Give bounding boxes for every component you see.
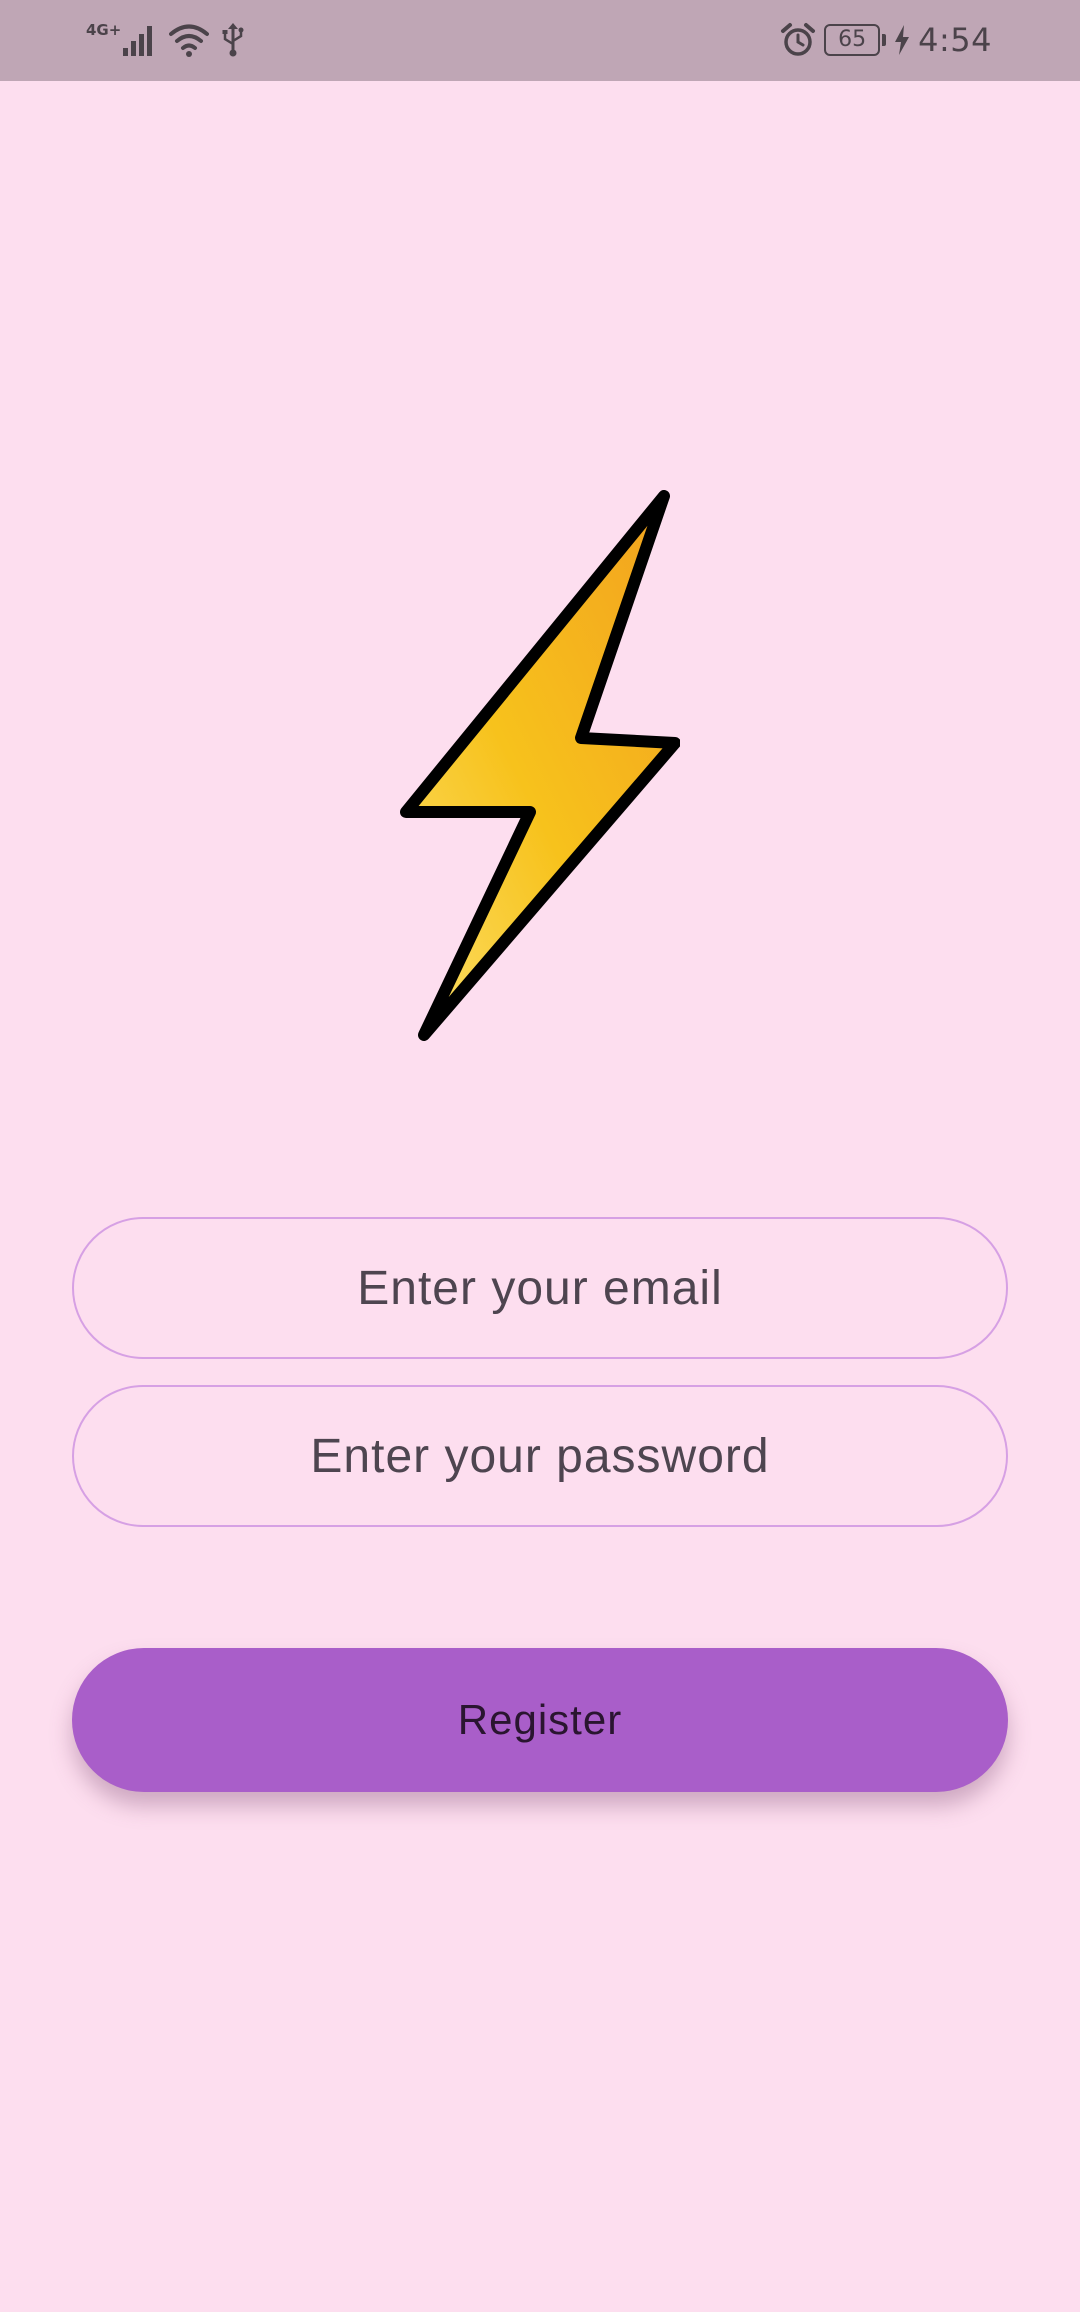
battery-tip [882,34,887,46]
alarm-icon [781,23,816,56]
signal-icon [123,26,153,56]
charging-icon [895,25,910,55]
password-field[interactable] [72,1385,1008,1527]
battery-level: 65 [824,24,881,56]
network-type-label: 4G+ [86,21,122,39]
status-bar-left: 4G+ [86,18,245,62]
wifi-icon [169,24,210,57]
status-bar: 4G+ 65 4:54 [0,0,1080,81]
register-button[interactable]: Register [72,1648,1008,1792]
usb-icon [222,23,244,57]
status-time: 4:54 [918,21,992,59]
battery-icon: 65 [824,24,887,56]
status-bar-right: 65 4:54 [780,18,992,62]
lightning-bolt-icon [400,490,680,1041]
email-field[interactable] [72,1217,1008,1359]
